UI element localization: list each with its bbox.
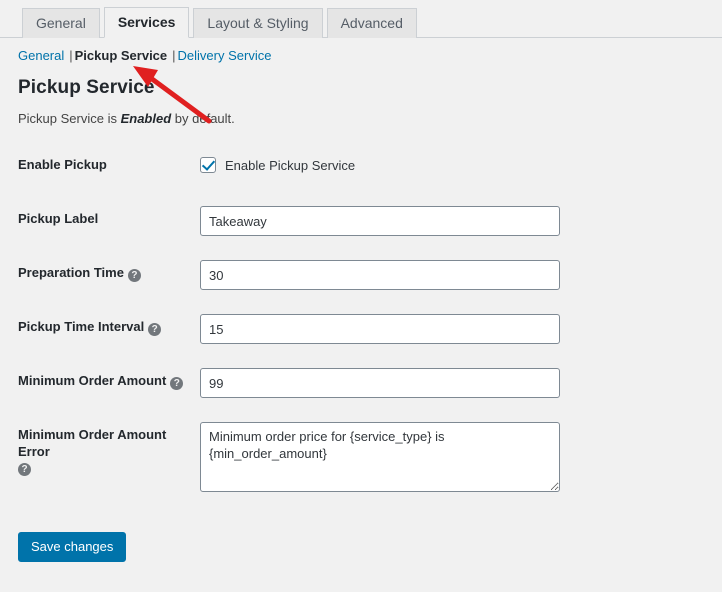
form-row-minimum-order-amount: Minimum Order Amount? xyxy=(0,364,722,418)
label-cell-minimum-order-amount: Minimum Order Amount? xyxy=(0,364,200,418)
input-cell-enable-pickup: Enable Pickup Service xyxy=(200,148,722,202)
label-enable-pickup: Enable Pickup xyxy=(18,157,107,172)
tab-layout-and-styling[interactable]: Layout & Styling xyxy=(193,8,323,38)
label-cell-preparation-time: Preparation Time? xyxy=(0,256,200,310)
pickup-label-input[interactable] xyxy=(200,206,560,236)
label-minimum-order-amount: Minimum Order Amount xyxy=(18,373,167,388)
input-cell-preparation-time xyxy=(200,256,722,310)
enable-pickup-checkbox-group: Enable Pickup Service xyxy=(200,152,722,173)
label-cell-enable-pickup: Enable Pickup xyxy=(0,148,200,202)
settings-form-table: Enable Pickup Enable Pickup Service Pick… xyxy=(0,148,722,510)
page-description-emphasis: Enabled xyxy=(120,111,172,126)
save-changes-button[interactable]: Save changes xyxy=(18,532,127,562)
label-minimum-order-amount-error: Minimum Order Amount Error xyxy=(18,427,167,459)
subnav-link-delivery-service[interactable]: Delivery Service xyxy=(178,48,272,63)
form-row-preparation-time: Preparation Time? xyxy=(0,256,722,310)
settings-tab-bar: General Services Layout & Styling Advanc… xyxy=(0,0,722,38)
submit-area: Save changes xyxy=(18,532,722,562)
form-row-enable-pickup: Enable Pickup Enable Pickup Service xyxy=(0,148,722,202)
page-description: Pickup Service is Enabled by default. xyxy=(18,111,722,126)
service-subnav: General | Pickup Service | Delivery Service xyxy=(0,38,722,63)
label-cell-pickup-time-interval: Pickup Time Interval? xyxy=(0,310,200,364)
help-icon-minimum-order-amount-error[interactable]: ? xyxy=(18,463,31,476)
help-icon-pickup-time-interval[interactable]: ? xyxy=(148,323,162,336)
label-pickup-label: Pickup Label xyxy=(18,211,99,226)
minimum-order-amount-error-textarea[interactable]: Minimum order price for {service_type} i… xyxy=(200,422,560,492)
enable-pickup-checkbox[interactable] xyxy=(200,157,216,173)
input-cell-pickup-time-interval xyxy=(200,310,722,364)
subnav-link-pickup-service[interactable]: Pickup Service xyxy=(75,48,168,63)
label-pickup-time-interval: Pickup Time Interval xyxy=(18,319,145,334)
enable-pickup-checkbox-label[interactable]: Enable Pickup Service xyxy=(225,158,355,173)
preparation-time-input[interactable] xyxy=(200,260,560,290)
page-description-prefix: Pickup Service is xyxy=(18,111,121,126)
input-cell-pickup-label xyxy=(200,202,722,256)
help-icon-preparation-time[interactable]: ? xyxy=(127,269,141,282)
form-row-minimum-order-amount-error: Minimum Order Amount Error ? Minimum ord… xyxy=(0,418,722,510)
subnav-separator-1: | xyxy=(69,48,73,63)
minimum-order-amount-input[interactable] xyxy=(200,368,560,398)
page-title: Pickup Service xyxy=(18,77,155,98)
subnav-link-general[interactable]: General xyxy=(18,48,64,63)
tab-services[interactable]: Services xyxy=(103,7,190,38)
input-cell-minimum-order-amount-error: Minimum order price for {service_type} i… xyxy=(200,418,722,510)
tab-advanced[interactable]: Advanced xyxy=(326,8,417,38)
label-cell-minimum-order-amount-error: Minimum Order Amount Error ? xyxy=(0,418,200,510)
tab-general[interactable]: General xyxy=(22,8,100,38)
label-cell-pickup-label: Pickup Label xyxy=(0,202,200,256)
input-cell-minimum-order-amount xyxy=(200,364,722,418)
subnav-separator-2: | xyxy=(172,48,176,63)
page-description-suffix: by default. xyxy=(171,111,235,126)
help-icon-minimum-order-amount[interactable]: ? xyxy=(170,377,184,390)
form-row-pickup-time-interval: Pickup Time Interval? xyxy=(0,310,722,364)
pickup-time-interval-input[interactable] xyxy=(200,314,560,344)
label-preparation-time: Preparation Time xyxy=(18,265,124,280)
form-row-pickup-label: Pickup Label xyxy=(0,202,722,256)
